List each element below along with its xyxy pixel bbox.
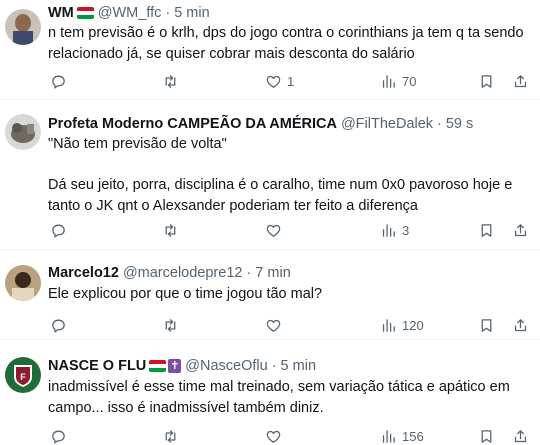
separator-dot: · <box>165 5 171 21</box>
tweet[interactable]: F NASCE O FLU ✝ @NasceOflu · 5 min inadm… <box>0 340 540 445</box>
bookmark-icon <box>481 429 492 443</box>
bookmark-button[interactable] <box>478 315 495 335</box>
tweet-text-line: n tem previsão é o krlh, dps do jogo con… <box>48 25 524 41</box>
views-icon <box>382 223 395 237</box>
bookmark-button[interactable] <box>478 220 495 240</box>
svg-text:F: F <box>20 372 26 382</box>
author-handle[interactable]: @marcelodepre12 <box>123 263 243 283</box>
reply-icon <box>52 319 65 333</box>
retweet-button[interactable] <box>162 426 184 445</box>
tweet-text-line: Dá seu jeito, porra, disciplina é o cara… <box>48 177 513 193</box>
tweet[interactable]: WM @WM_ffc · 5 min n tem previsão é o kr… <box>0 0 540 100</box>
reply-icon <box>52 224 65 238</box>
separator-dot: · <box>271 358 277 374</box>
share-button[interactable] <box>512 71 529 91</box>
view-count: 156 <box>402 428 424 444</box>
share-icon <box>514 74 527 87</box>
reply-icon <box>52 430 65 444</box>
timestamp[interactable]: 7 min <box>255 263 290 283</box>
like-icon <box>266 224 281 237</box>
retweet-button[interactable] <box>162 315 184 335</box>
avatar[interactable] <box>5 9 41 45</box>
tweet-text-line: inadmissível é esse time mal treinado, s… <box>48 379 510 395</box>
timestamp[interactable]: 5 min <box>174 3 209 23</box>
like-button[interactable] <box>265 315 287 335</box>
views-button[interactable]: 156 <box>380 426 424 445</box>
tweet[interactable]: Marcelo12 @marcelodepre12 · 7 min Ele ex… <box>0 250 540 340</box>
share-icon <box>514 429 527 442</box>
tweet-text-line: "Não tem previsão de volta" <box>48 136 227 152</box>
like-button[interactable]: 1 <box>265 71 294 91</box>
share-icon <box>514 318 527 331</box>
view-count: 3 <box>402 222 410 238</box>
avatar[interactable] <box>5 265 41 301</box>
bookmark-icon <box>481 223 492 237</box>
bookmark-button[interactable] <box>478 426 495 445</box>
views-icon <box>382 318 395 332</box>
share-button[interactable] <box>512 315 529 335</box>
retweet-icon <box>165 429 176 443</box>
view-count: 120 <box>402 317 424 333</box>
retweet-icon <box>165 74 176 88</box>
tweet-text-line <box>48 155 528 176</box>
share-button[interactable] <box>512 220 529 240</box>
tweet-text-line: relacionado já, se quiser cobrar mais de… <box>48 45 415 62</box>
latin-cross-emoji: ✝ <box>168 359 182 373</box>
views-icon <box>382 429 395 443</box>
like-icon <box>266 430 281 443</box>
reply-button[interactable] <box>50 71 72 91</box>
separator-dot: · <box>437 116 442 132</box>
reply-button[interactable] <box>50 315 72 335</box>
tweet-actions: 3 <box>40 220 530 240</box>
author-handle[interactable]: @WM_ffc <box>98 3 162 23</box>
like-count: 1 <box>287 73 295 89</box>
views-button[interactable]: 70 <box>380 71 416 91</box>
timestamp[interactable]: 5 min <box>281 356 316 376</box>
reply-button[interactable] <box>50 220 72 240</box>
retweet-icon <box>165 223 176 237</box>
tweet-text: Ele explicou por que o time jogou tão ma… <box>48 284 528 305</box>
timestamp[interactable]: 59 s <box>446 114 473 134</box>
view-count: 70 <box>402 73 417 89</box>
tweet-text-line: Ele explicou por que o time jogou tão ma… <box>48 286 323 302</box>
retweet-icon <box>165 318 176 332</box>
reply-button[interactable] <box>50 426 72 445</box>
avatar[interactable]: F <box>5 357 41 393</box>
reply-feed: WM @WM_ffc · 5 min n tem previsão é o kr… <box>0 0 540 445</box>
tweet-text-line: tanto o JK qnt o Alexsander poderiam ter… <box>48 197 418 214</box>
share-button[interactable] <box>512 426 529 445</box>
views-button[interactable]: 120 <box>380 315 424 335</box>
author-name[interactable]: WM <box>48 3 74 23</box>
author-handle[interactable]: @FilTheDalek <box>341 114 433 134</box>
bookmark-icon <box>481 74 492 88</box>
author-name[interactable]: NASCE O FLU <box>48 356 146 376</box>
reply-icon <box>52 75 65 89</box>
like-icon <box>266 75 281 88</box>
retweet-button[interactable] <box>162 220 184 240</box>
like-button[interactable] <box>265 426 287 445</box>
views-button[interactable]: 3 <box>380 220 409 240</box>
avatar[interactable] <box>5 114 41 150</box>
tweet-text-line: campo... isso é inadmissível também dini… <box>48 399 324 416</box>
author-name[interactable]: Profeta Moderno CAMPEÃO DA AMÉRICA <box>48 114 337 134</box>
separator-dot: · <box>246 265 252 281</box>
tweet-actions: 120 <box>40 315 530 335</box>
views-icon <box>382 74 395 88</box>
author-name[interactable]: Marcelo12 <box>48 263 119 283</box>
tweet-text: n tem previsão é o krlh, dps do jogo con… <box>48 23 528 64</box>
retweet-button[interactable] <box>162 71 184 91</box>
author-handle[interactable]: @NasceOflu <box>185 356 267 376</box>
like-button[interactable] <box>265 220 287 240</box>
hungary-flag-emoji <box>76 7 94 19</box>
bookmark-icon <box>481 318 492 332</box>
tweet-text: "Não tem previsão de volta" Dá seu jeito… <box>48 134 528 216</box>
hungary-flag-emoji <box>149 360 167 372</box>
like-icon <box>266 319 281 332</box>
tweet-actions: 156 <box>40 426 530 445</box>
tweet-text: inadmissível é esse time mal treinado, s… <box>48 377 528 418</box>
bookmark-button[interactable] <box>478 71 495 91</box>
share-icon <box>514 223 527 236</box>
tweet-actions: 1 70 <box>40 71 530 91</box>
tweet[interactable]: Profeta Moderno CAMPEÃO DA AMÉRICA @FilT… <box>0 100 540 250</box>
